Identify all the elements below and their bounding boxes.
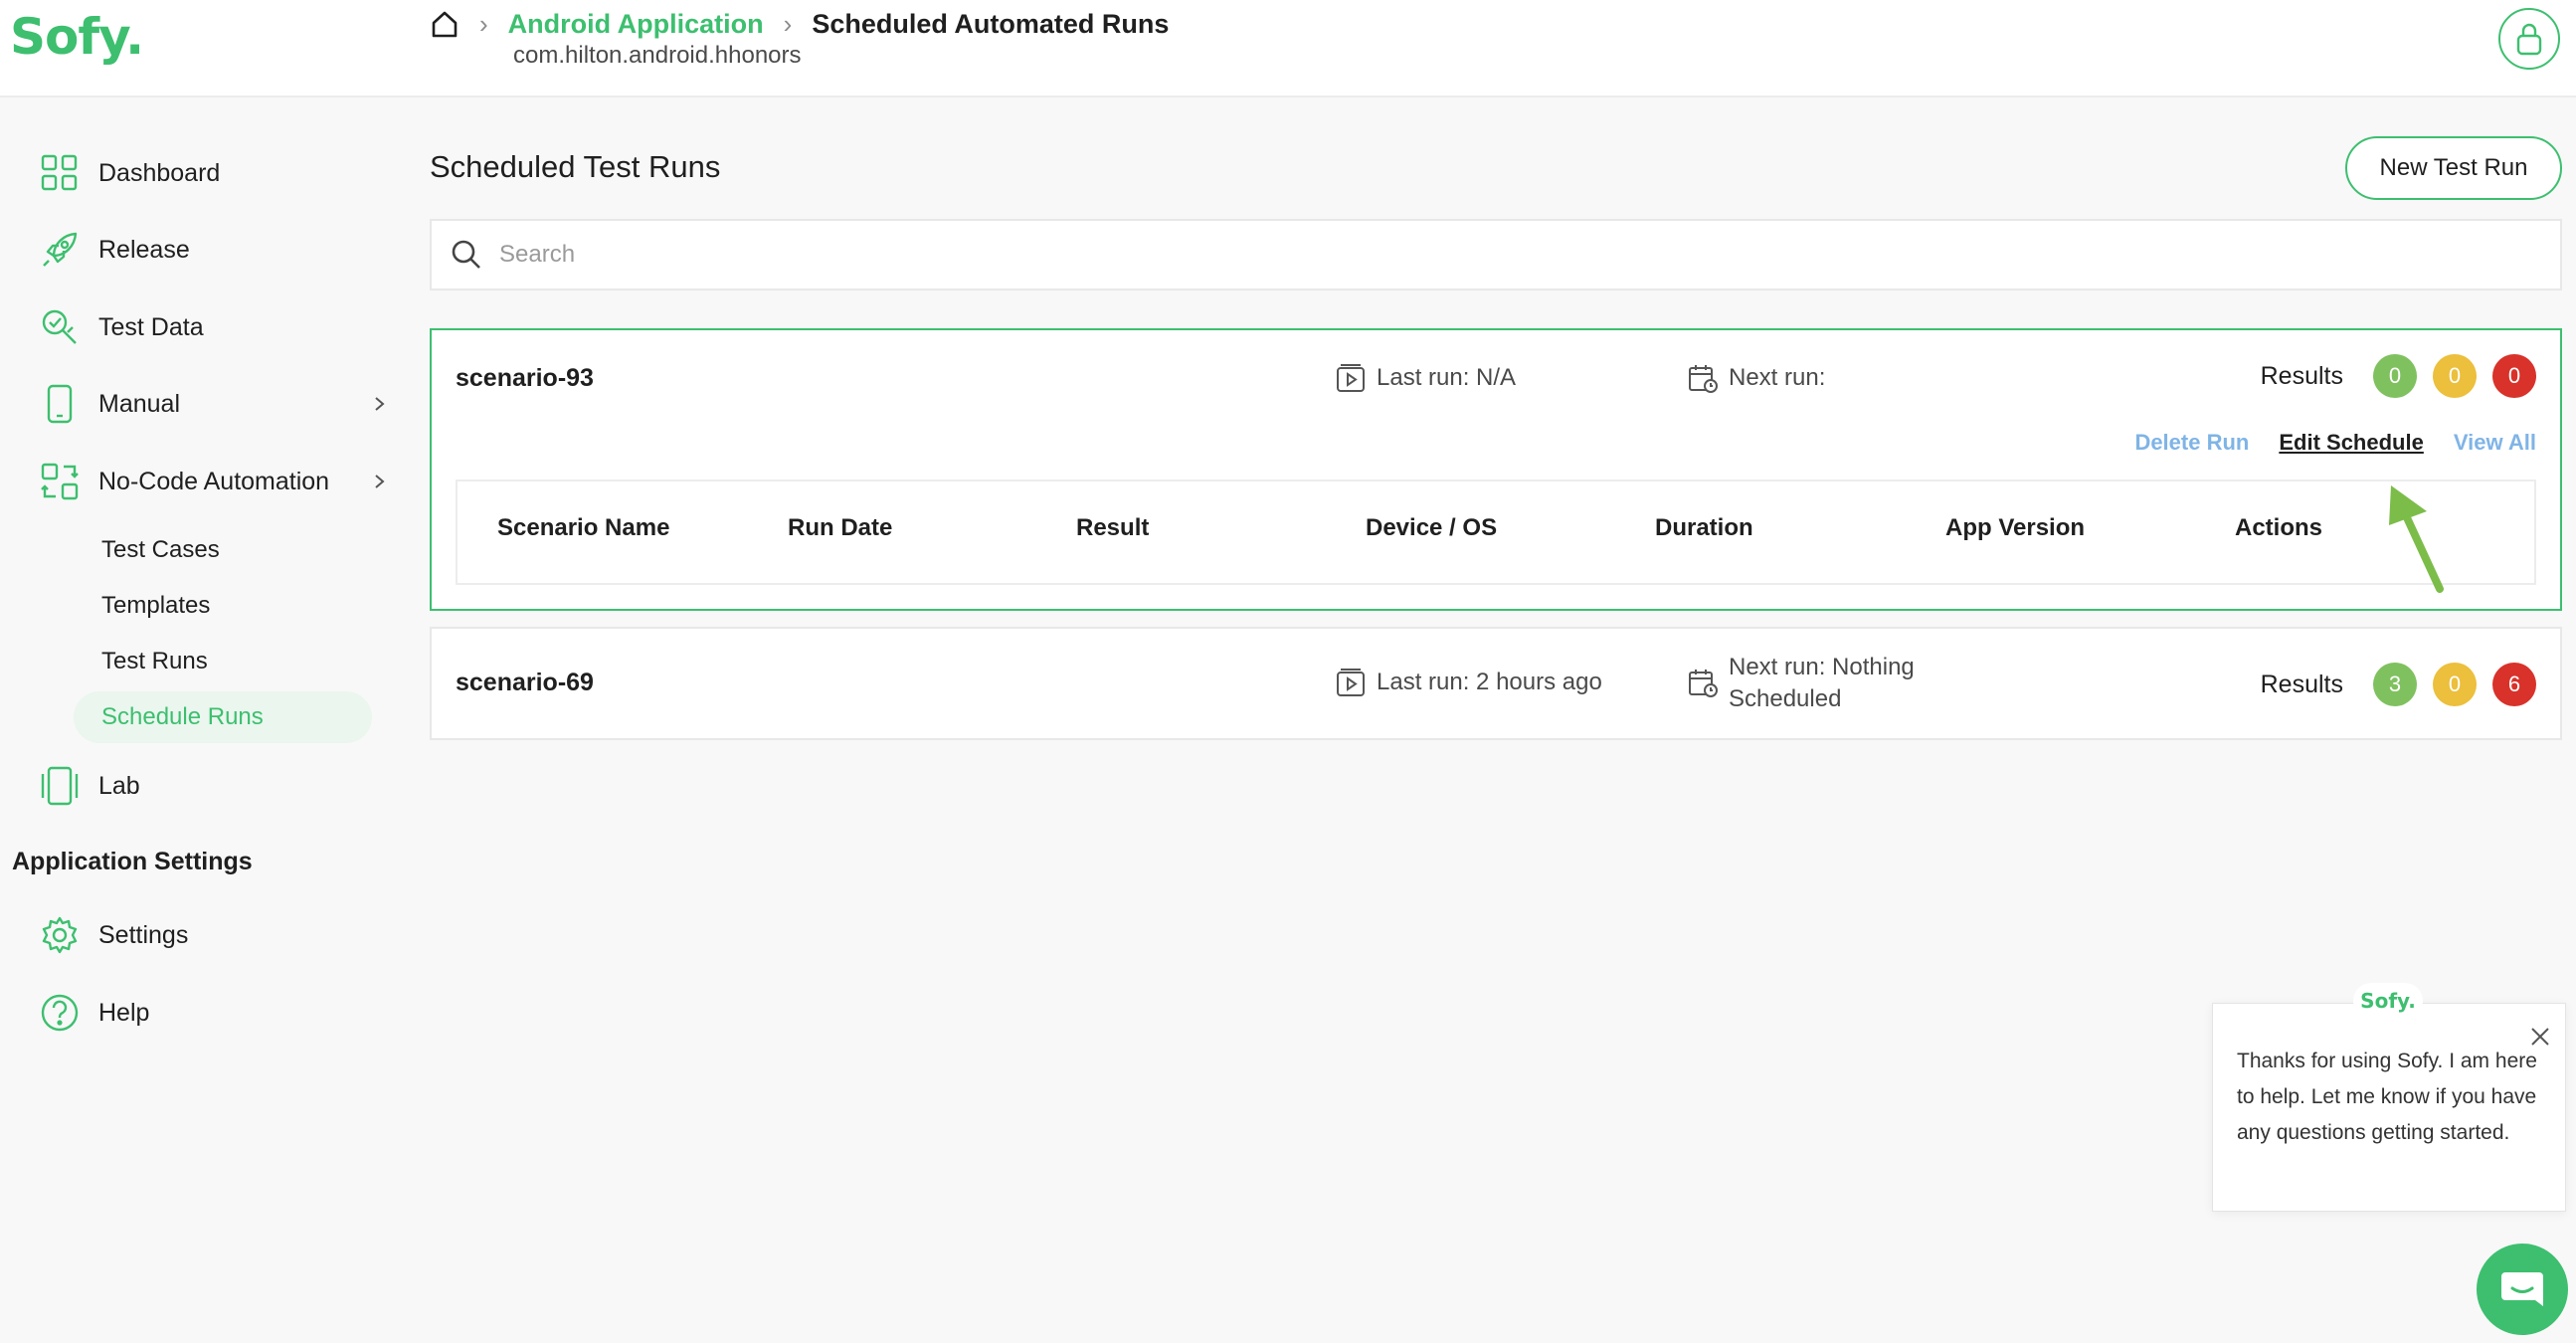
column-header-duration[interactable]: Duration bbox=[1655, 514, 1753, 542]
breadcrumb-android-application[interactable]: Android Application bbox=[508, 9, 764, 40]
sidebar-subitem-label: Schedule Runs bbox=[101, 703, 264, 730]
delete-run-link[interactable]: Delete Run bbox=[2134, 430, 2249, 456]
next-run-text-line: Next run: Nothing bbox=[1729, 654, 1915, 680]
last-run-text: Last run: 2 hours ago bbox=[1377, 669, 1602, 695]
results-summary: Results 3 0 6 bbox=[2261, 663, 2536, 706]
chat-bubble-icon bbox=[2497, 1266, 2547, 1312]
sidebar-subitem-test-runs[interactable]: Test Runs bbox=[74, 636, 372, 687]
chat-popup: Thanks for using Sofy. I am here to help… bbox=[2212, 1003, 2566, 1212]
sidebar-item-label: Settings bbox=[98, 920, 189, 949]
next-run-text: Next run: Nothing Scheduled bbox=[1729, 652, 1915, 715]
mobile-icon bbox=[40, 384, 80, 424]
chevron-right-icon[interactable] bbox=[370, 390, 390, 418]
run-name[interactable]: scenario-93 bbox=[456, 364, 594, 393]
run-card-scenario-69[interactable]: scenario-69 Last run: 2 hours ago Next r… bbox=[430, 627, 2562, 740]
next-run-text-line: Scheduled bbox=[1729, 685, 1842, 712]
run-card-actions: Delete Run Edit Schedule View All bbox=[2105, 430, 2536, 456]
column-header-app-version[interactable]: App Version bbox=[1945, 514, 2085, 542]
sidebar-item-dashboard[interactable]: Dashboard bbox=[40, 143, 398, 203]
sidebar-item-label: No-Code Automation bbox=[98, 467, 330, 495]
view-all-link[interactable]: View All bbox=[2454, 430, 2536, 456]
sidebar-item-label: Test Data bbox=[98, 312, 204, 341]
sidebar-item-label: Lab bbox=[98, 771, 140, 800]
page-title: Scheduled Test Runs bbox=[430, 149, 721, 184]
sidebar-item-label: Help bbox=[98, 998, 150, 1027]
results-label: Results bbox=[2260, 670, 2343, 698]
application-settings-heading: Application Settings bbox=[12, 848, 253, 875]
last-run-info: Last run: N/A bbox=[1335, 362, 1516, 394]
play-video-icon bbox=[1335, 667, 1367, 698]
play-video-icon bbox=[1335, 362, 1367, 394]
calendar-clock-icon bbox=[1687, 362, 1719, 394]
sidebar-item-help[interactable]: Help bbox=[40, 983, 398, 1043]
chat-launcher-button[interactable] bbox=[2477, 1244, 2568, 1335]
results-summary: Results 0 0 0 bbox=[2261, 354, 2536, 398]
help-icon bbox=[40, 993, 80, 1033]
failed-count-badge: 6 bbox=[2492, 663, 2536, 706]
sidebar-item-label: Release bbox=[98, 235, 190, 264]
search-bar[interactable] bbox=[430, 219, 2562, 290]
gear-icon bbox=[40, 915, 80, 955]
run-card-scenario-93[interactable]: scenario-93 Last run: N/A Next run: Resu… bbox=[430, 328, 2562, 611]
sidebar-item-settings[interactable]: Settings bbox=[40, 905, 398, 965]
device-lab-icon bbox=[40, 766, 80, 806]
sidebar: Dashboard Release Test Data Manual No-Co… bbox=[0, 99, 418, 1343]
sidebar-item-label: Dashboard bbox=[98, 158, 221, 187]
results-label: Results bbox=[2260, 361, 2343, 390]
next-run-text: Next run: bbox=[1729, 364, 1826, 391]
passed-count-badge: 0 bbox=[2373, 354, 2417, 398]
breadcrumb: › Android Application › Scheduled Automa… bbox=[430, 4, 1169, 44]
top-bar: Sofy. › Android Application › Scheduled … bbox=[0, 0, 2576, 97]
sidebar-item-test-data[interactable]: Test Data bbox=[40, 297, 398, 357]
automation-icon bbox=[40, 462, 80, 501]
column-header-device-os[interactable]: Device / OS bbox=[1366, 514, 1497, 542]
passed-count-badge: 3 bbox=[2373, 663, 2417, 706]
sofy-logo[interactable]: Sofy. bbox=[10, 8, 144, 66]
sidebar-subitem-label: Test Cases bbox=[101, 536, 220, 563]
column-header-result[interactable]: Result bbox=[1076, 514, 1149, 542]
failed-count-badge: 0 bbox=[2492, 354, 2536, 398]
test-data-icon bbox=[40, 307, 80, 347]
chat-message: Thanks for using Sofy. I am here to help… bbox=[2237, 1050, 2537, 1144]
user-avatar[interactable] bbox=[2498, 8, 2560, 70]
sidebar-subitem-label: Test Runs bbox=[101, 648, 208, 674]
sidebar-item-release[interactable]: Release bbox=[40, 220, 398, 280]
user-icon bbox=[2514, 22, 2544, 56]
chat-brand-logo: Sofy. bbox=[2353, 983, 2423, 1019]
search-icon bbox=[450, 238, 483, 272]
warning-count-badge: 0 bbox=[2433, 354, 2477, 398]
calendar-clock-icon bbox=[1687, 667, 1719, 698]
column-header-run-date[interactable]: Run Date bbox=[788, 514, 892, 542]
sidebar-item-lab[interactable]: Lab bbox=[40, 756, 398, 816]
last-run-text: Last run: N/A bbox=[1377, 364, 1517, 391]
edit-schedule-link[interactable]: Edit Schedule bbox=[2279, 430, 2423, 456]
search-input[interactable] bbox=[499, 241, 2389, 269]
next-run-info: Next run: bbox=[1687, 362, 1825, 394]
sidebar-subitem-schedule-runs[interactable]: Schedule Runs bbox=[74, 691, 372, 743]
dashboard-icon bbox=[40, 153, 80, 193]
sidebar-item-manual[interactable]: Manual bbox=[40, 374, 398, 434]
new-test-run-button[interactable]: New Test Run bbox=[2345, 136, 2562, 200]
column-header-scenario-name[interactable]: Scenario Name bbox=[497, 514, 669, 542]
breadcrumb-current: Scheduled Automated Runs bbox=[812, 8, 1170, 39]
last-run-info: Last run: 2 hours ago bbox=[1335, 667, 1602, 698]
run-results-table: Scenario Name Run Date Result Device / O… bbox=[456, 480, 2536, 585]
sidebar-subitem-templates[interactable]: Templates bbox=[74, 580, 372, 632]
breadcrumb-separator: › bbox=[783, 8, 793, 39]
sidebar-subitem-label: Templates bbox=[101, 592, 211, 619]
warning-count-badge: 0 bbox=[2433, 663, 2477, 706]
sidebar-item-label: Manual bbox=[98, 389, 180, 418]
breadcrumb-separator: › bbox=[479, 8, 488, 39]
next-run-info: Next run: Nothing Scheduled bbox=[1687, 652, 1915, 715]
sidebar-subitem-test-cases[interactable]: Test Cases bbox=[74, 524, 372, 576]
rocket-icon bbox=[40, 230, 80, 270]
annotation-arrow-icon bbox=[2383, 485, 2453, 595]
sidebar-item-no-code-automation[interactable]: No-Code Automation bbox=[40, 452, 398, 511]
app-package-name: com.hilton.android.hhonors bbox=[513, 42, 802, 69]
column-header-actions[interactable]: Actions bbox=[2235, 514, 2322, 542]
home-icon[interactable] bbox=[430, 9, 460, 39]
chevron-right-icon[interactable] bbox=[370, 468, 390, 495]
run-name[interactable]: scenario-69 bbox=[456, 669, 594, 697]
